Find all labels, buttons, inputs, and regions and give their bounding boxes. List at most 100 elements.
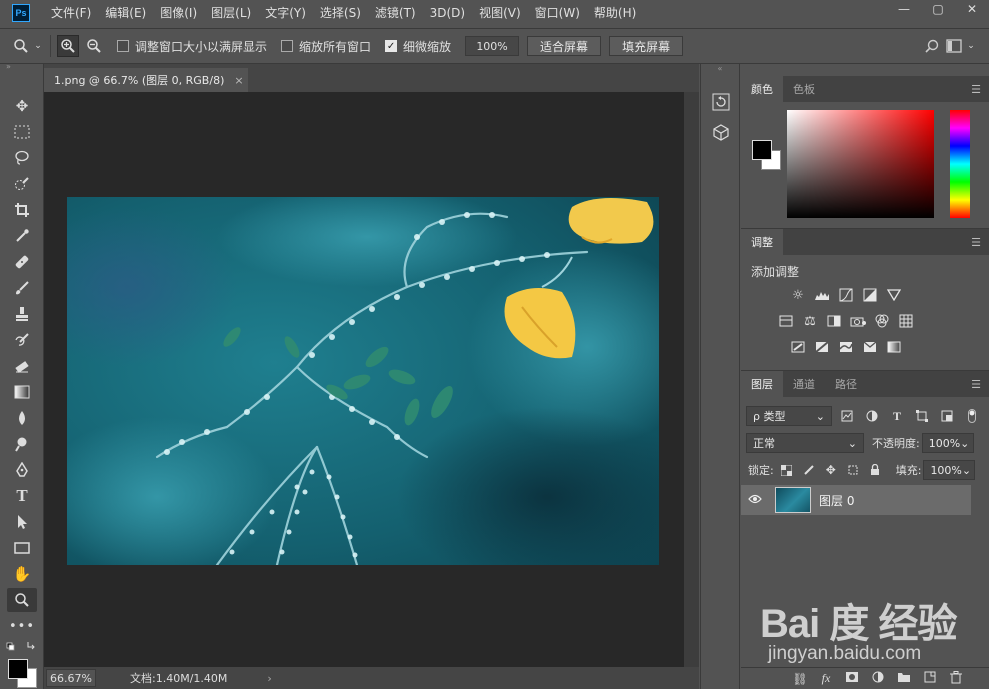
- more-tools-icon[interactable]: •••: [7, 614, 37, 638]
- vertical-scrollbar[interactable]: [684, 92, 699, 667]
- brush-tool-icon[interactable]: [7, 276, 37, 300]
- panel-menu-icon[interactable]: ☰: [971, 378, 981, 391]
- zoom-percent-field[interactable]: 100%: [465, 36, 520, 56]
- swap-colors-icon[interactable]: [6, 640, 38, 652]
- color-lookup-icon[interactable]: [897, 313, 915, 329]
- lock-all-icon[interactable]: [866, 461, 884, 479]
- color-balance-icon[interactable]: ⚖: [801, 313, 819, 329]
- lasso-tool-icon[interactable]: [7, 146, 37, 170]
- menu-window[interactable]: 窗口(W): [528, 0, 587, 26]
- search-icon[interactable]: [921, 35, 943, 57]
- eyedropper-tool-icon[interactable]: [7, 224, 37, 248]
- hue-slider[interactable]: [950, 110, 970, 218]
- layer-filter-dropdown[interactable]: ρ 类型 ⌄: [746, 406, 832, 426]
- lock-pixels-icon[interactable]: [800, 461, 818, 479]
- curves-icon[interactable]: [837, 287, 855, 303]
- checkbox-box[interactable]: [117, 40, 129, 52]
- channel-mixer-icon[interactable]: [873, 313, 891, 329]
- lock-position-icon[interactable]: ✥: [822, 461, 840, 479]
- menu-view[interactable]: 视图(V): [472, 0, 528, 26]
- pen-tool-icon[interactable]: [7, 458, 37, 482]
- filter-type-icon[interactable]: T: [887, 406, 907, 426]
- zoom-tool-icon[interactable]: [7, 588, 37, 612]
- path-selection-tool-icon[interactable]: [7, 510, 37, 534]
- invert-icon[interactable]: [789, 339, 807, 355]
- photo-filter-icon[interactable]: [849, 313, 867, 329]
- filter-pixel-icon[interactable]: [837, 406, 857, 426]
- lock-artboard-icon[interactable]: [844, 461, 862, 479]
- minimize-button[interactable]: —: [887, 0, 921, 18]
- foreground-color-swatch[interactable]: [8, 659, 28, 679]
- menu-select[interactable]: 选择(S): [313, 0, 368, 26]
- fit-screen-button[interactable]: 适合屏幕: [527, 36, 602, 56]
- selective-color-icon[interactable]: [861, 339, 879, 355]
- menu-type[interactable]: 文字(Y): [258, 0, 313, 26]
- resize-windows-checkbox[interactable]: 调整窗口大小以满屏显示: [117, 38, 267, 55]
- filter-toggle-icon[interactable]: [962, 406, 982, 426]
- fill-field[interactable]: 100% ⌄: [923, 460, 976, 480]
- zoom-tool-preset-icon[interactable]: [10, 35, 32, 57]
- lock-transparent-icon[interactable]: [778, 461, 796, 479]
- zoom-in-icon[interactable]: [57, 35, 79, 57]
- move-tool-icon[interactable]: ✥: [7, 94, 37, 118]
- marquee-tool-icon[interactable]: [7, 120, 37, 144]
- eraser-tool-icon[interactable]: [7, 354, 37, 378]
- menu-help[interactable]: 帮助(H): [587, 0, 643, 26]
- clone-stamp-tool-icon[interactable]: [7, 302, 37, 326]
- filter-smart-object-icon[interactable]: [937, 406, 957, 426]
- crop-tool-icon[interactable]: [7, 198, 37, 222]
- exposure-icon[interactable]: [861, 287, 879, 303]
- filter-adjustment-icon[interactable]: [862, 406, 882, 426]
- menu-edit[interactable]: 编辑(E): [98, 0, 153, 26]
- tab-swatches[interactable]: 色板: [783, 76, 825, 102]
- layer-name[interactable]: 图层 0: [819, 492, 854, 509]
- type-tool-icon[interactable]: T: [7, 484, 37, 508]
- gradient-map-icon[interactable]: [885, 339, 903, 355]
- foreground-color-swatch[interactable]: [752, 140, 772, 160]
- healing-brush-tool-icon[interactable]: [7, 250, 37, 274]
- visibility-eye-icon[interactable]: [741, 493, 769, 507]
- close-tab-icon[interactable]: ×: [234, 74, 243, 87]
- blend-mode-dropdown[interactable]: 正常 ⌄: [746, 433, 864, 453]
- tab-channels[interactable]: 通道: [783, 371, 825, 397]
- checkmark-icon[interactable]: ✓: [385, 40, 398, 52]
- layer-row[interactable]: 图层 0: [741, 485, 971, 515]
- close-button[interactable]: ✕: [955, 0, 989, 18]
- checkbox-box[interactable]: [281, 40, 294, 52]
- menu-3d[interactable]: 3D(D): [423, 0, 472, 26]
- chevron-down-icon[interactable]: ⌄: [965, 35, 977, 57]
- tab-color[interactable]: 颜色: [741, 76, 783, 102]
- zoom-out-icon[interactable]: [83, 35, 105, 57]
- collapse-handle-icon[interactable]: «: [701, 64, 739, 74]
- posterize-icon[interactable]: [813, 339, 831, 355]
- quick-select-tool-icon[interactable]: [7, 172, 37, 196]
- history-brush-tool-icon[interactable]: [7, 328, 37, 352]
- document-tab[interactable]: 1.png @ 66.7% (图层 0, RGB/8) ×: [44, 68, 248, 92]
- workspace-icon[interactable]: [943, 35, 965, 57]
- rectangle-tool-icon[interactable]: [7, 536, 37, 560]
- hue-saturation-icon[interactable]: [777, 313, 795, 329]
- chevron-down-icon[interactable]: ⌄: [32, 35, 44, 57]
- menu-filter[interactable]: 滤镜(T): [368, 0, 423, 26]
- gradient-tool-icon[interactable]: [7, 380, 37, 404]
- vibrance-icon[interactable]: [885, 287, 903, 303]
- scrubby-zoom-checkbox[interactable]: ✓ 细微缩放: [385, 38, 451, 55]
- menu-layer[interactable]: 图层(L): [204, 0, 258, 26]
- 3d-panel-icon[interactable]: [709, 120, 733, 144]
- dodge-tool-icon[interactable]: [7, 432, 37, 456]
- history-panel-icon[interactable]: [709, 90, 733, 114]
- hand-tool-icon[interactable]: ✋: [7, 562, 37, 586]
- tab-layers[interactable]: 图层: [741, 371, 783, 397]
- blur-tool-icon[interactable]: [7, 406, 37, 430]
- tab-adjustments[interactable]: 调整: [741, 229, 783, 255]
- panel-menu-icon[interactable]: ☰: [971, 83, 981, 96]
- document-image[interactable]: [67, 197, 659, 565]
- status-menu-arrow-icon[interactable]: ›: [267, 672, 271, 685]
- panel-menu-icon[interactable]: ☰: [971, 236, 981, 249]
- zoom-all-checkbox[interactable]: 缩放所有窗口: [281, 38, 371, 55]
- threshold-icon[interactable]: [837, 339, 855, 355]
- layer-thumbnail[interactable]: [775, 487, 811, 513]
- levels-icon[interactable]: [813, 287, 831, 303]
- black-white-icon[interactable]: [825, 313, 843, 329]
- tab-paths[interactable]: 路径: [825, 371, 867, 397]
